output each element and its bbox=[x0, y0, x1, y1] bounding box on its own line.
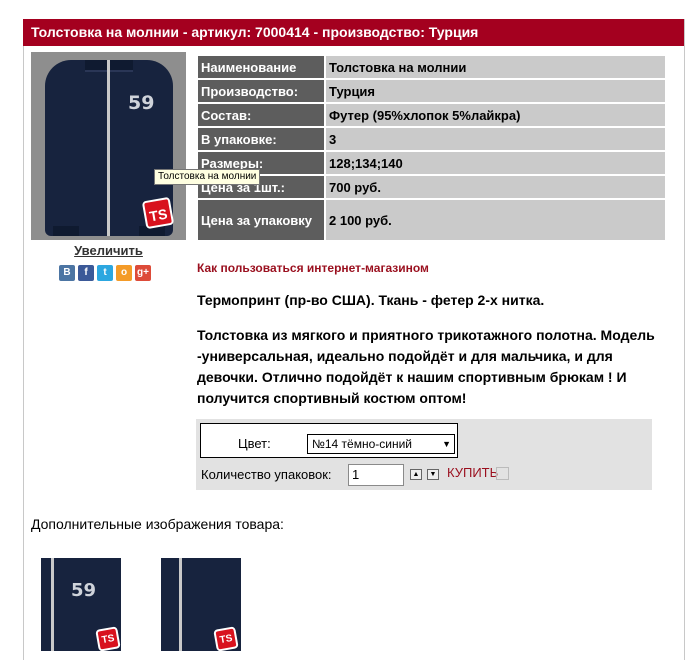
quantity-down-icon[interactable]: ▼ bbox=[427, 469, 439, 480]
quantity-label: Количество упаковок: bbox=[201, 467, 332, 482]
table-row: Цена за 1шт.: 700 руб. bbox=[198, 176, 665, 198]
table-row: Наименование Толстовка на молнии bbox=[198, 56, 665, 78]
table-row: В упаковке: 3 bbox=[198, 128, 665, 150]
product-image[interactable]: 59 TS bbox=[31, 52, 186, 240]
cart-icon[interactable] bbox=[496, 467, 509, 480]
enlarge-link[interactable]: Увеличить bbox=[31, 243, 186, 258]
spec-value: 3 bbox=[326, 128, 665, 150]
more-images-label: Дополнительные изображения товара: bbox=[31, 516, 284, 532]
spec-key: В упаковке: bbox=[198, 128, 324, 150]
order-panel: Цвет: №14 тёмно-синий ▼ Количество упако… bbox=[196, 419, 652, 490]
table-row: Производство: Турция bbox=[198, 80, 665, 102]
how-to-shop-link[interactable]: Как пользоваться интернет-магазином bbox=[197, 261, 429, 275]
social-share-bar: В f t o g+ bbox=[59, 265, 151, 281]
color-label: Цвет: bbox=[238, 436, 271, 451]
spec-key: Наименование bbox=[198, 56, 324, 78]
buy-button[interactable]: КУПИТЬ bbox=[447, 465, 498, 480]
description-short: Термопринт (пр-во США). Ткань - фетер 2-… bbox=[197, 292, 545, 308]
spec-value: Футер (95%хлопок 5%лайкра) bbox=[326, 104, 665, 126]
color-box: Цвет: №14 тёмно-синий ▼ bbox=[200, 423, 458, 458]
spec-key: Цена за упаковку bbox=[198, 200, 324, 240]
spec-value: 2 100 руб. bbox=[326, 200, 665, 240]
spec-key: Состав: bbox=[198, 104, 324, 126]
table-row: Размеры: 128;134;140 bbox=[198, 152, 665, 174]
color-select-value: №14 тёмно-синий bbox=[312, 437, 413, 451]
brand-logo: TS bbox=[95, 626, 121, 651]
spec-value: 700 руб. bbox=[326, 176, 665, 198]
description-long: Толстовка из мягкого и приятного трикота… bbox=[197, 327, 655, 406]
thumbnail-1[interactable]: 59 TS bbox=[41, 558, 121, 651]
table-row: Состав: Футер (95%хлопок 5%лайкра) bbox=[198, 104, 665, 126]
table-row: Цена за упаковку 2 100 руб. bbox=[198, 200, 665, 240]
facebook-icon[interactable]: f bbox=[78, 265, 94, 281]
quantity-input[interactable]: 1 bbox=[348, 464, 404, 486]
quantity-up-icon[interactable]: ▲ bbox=[410, 469, 422, 480]
spec-value: 128;134;140 bbox=[326, 152, 665, 174]
spec-key: Производство: bbox=[198, 80, 324, 102]
spec-value: Турция bbox=[326, 80, 665, 102]
print-number: 59 bbox=[71, 580, 97, 601]
color-select[interactable]: №14 тёмно-синий ▼ bbox=[307, 434, 455, 454]
spec-value: Толстовка на молнии bbox=[326, 56, 665, 78]
specs-table: Наименование Толстовка на молнии Производ… bbox=[196, 54, 667, 242]
dropdown-arrow-icon: ▼ bbox=[442, 439, 451, 449]
brand-logo: TS bbox=[141, 196, 175, 230]
image-tooltip: Толстовка на молнии bbox=[154, 169, 261, 185]
twitter-icon[interactable]: t bbox=[97, 265, 113, 281]
product-title: Толстовка на молнии - артикул: 7000414 -… bbox=[23, 19, 684, 46]
vk-icon[interactable]: В bbox=[59, 265, 75, 281]
print-number: 59 bbox=[128, 92, 155, 114]
odnoklassniki-icon[interactable]: o bbox=[116, 265, 132, 281]
brand-logo: TS bbox=[213, 626, 239, 651]
thumbnail-2[interactable]: TS bbox=[161, 558, 241, 651]
googleplus-icon[interactable]: g+ bbox=[135, 265, 151, 281]
